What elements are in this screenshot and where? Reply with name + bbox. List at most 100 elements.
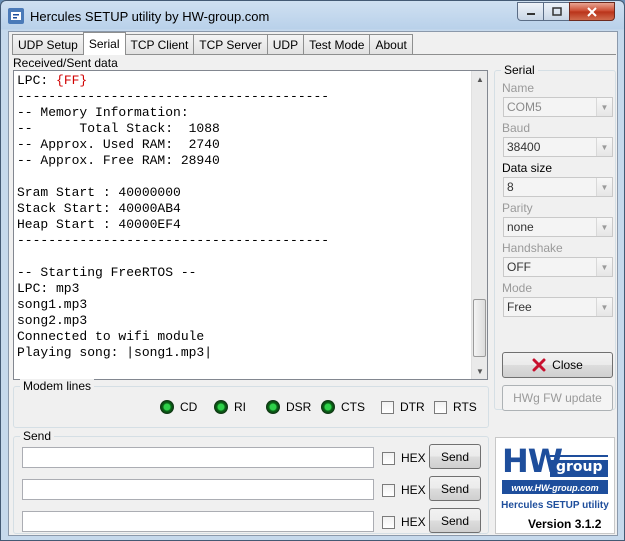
modem-lines-group: Modem lines CD RI DSR CTS DTR RTS [13, 379, 489, 428]
modem-lines-title: Modem lines [20, 379, 95, 393]
rts-label: RTS [453, 400, 477, 414]
name-label: Name [502, 81, 535, 95]
close-port-label: Close [552, 358, 583, 372]
serial-group-title: Serial [501, 63, 538, 77]
led-ri: RI [214, 400, 246, 414]
send-button-label: Send [440, 481, 470, 496]
tab-test-mode[interactable]: Test Mode [303, 34, 371, 55]
title-bar[interactable]: Hercules SETUP utility by HW-group.com [1, 1, 624, 31]
send-button-3[interactable]: Send [429, 508, 481, 533]
chevron-down-icon: ▼ [596, 298, 612, 316]
handshake-select[interactable]: OFF ▼ [503, 257, 613, 277]
baud-value: 38400 [507, 140, 541, 154]
tab-udp-setup[interactable]: UDP Setup [12, 34, 84, 55]
send-button-label: Send [440, 449, 470, 464]
terminal-line-lpc-prefix: LPC: [17, 73, 57, 88]
main-window: Hercules SETUP utility by HW-group.com U… [0, 0, 625, 541]
tab-udp[interactable]: UDP [266, 34, 305, 55]
close-window-button[interactable] [569, 2, 615, 21]
hex-checkbox-2[interactable] [382, 484, 395, 497]
led-label-ri: RI [234, 400, 246, 414]
version-text: Version 3.1.2 [528, 517, 601, 531]
ri-led-icon [214, 400, 228, 414]
hex-checkbox-3[interactable] [382, 516, 395, 529]
terminal-line: Heap Start : 40000EF4 [17, 217, 181, 232]
terminal-line: song1.mp3 [17, 297, 88, 312]
hex-label-3: HEX [401, 515, 426, 529]
received-sent-label: Received/Sent data [13, 56, 118, 70]
mode-label: Mode [502, 281, 533, 295]
terminal-line: Stack Start: 40000AB4 [17, 201, 181, 216]
group-logo-text: group [556, 459, 603, 475]
port-name-value: COM5 [507, 100, 542, 114]
chevron-down-icon: ▼ [596, 258, 612, 276]
led-cd: CD [160, 400, 197, 414]
minimize-button[interactable] [517, 2, 544, 21]
rts-checkbox[interactable] [434, 400, 447, 414]
hex-label-2: HEX [401, 483, 426, 497]
terminal-line: -- Total Stack: 1088 [17, 121, 220, 136]
terminal-line: LPC: mp3 [17, 281, 80, 296]
terminal-line: song2.mp3 [17, 313, 88, 328]
send-group-title: Send [20, 429, 55, 443]
close-icon [587, 6, 597, 17]
led-label-cd: CD [180, 400, 198, 414]
terminal-scrollbar[interactable]: ▲ ▼ [471, 71, 487, 379]
logo-url: www.HW-group.com [511, 483, 599, 493]
version-number: 3.1.2 [574, 517, 602, 531]
scrollbar-thumb[interactable] [473, 299, 486, 357]
dtr-checkbox[interactable] [381, 400, 394, 414]
maximize-button[interactable] [543, 2, 570, 21]
data-size-select[interactable]: 8 ▼ [503, 177, 613, 197]
hwg-fw-update-button[interactable]: HWg FW update [502, 385, 613, 411]
hw-group-logo[interactable]: HW group www.HW-group.com Hercules SETUP… [495, 437, 615, 534]
led-label-cts: CTS [341, 400, 365, 414]
received-data-terminal[interactable]: LPC: {FF} ------------------------------… [13, 70, 488, 380]
port-name-select[interactable]: COM5 ▼ [503, 97, 613, 117]
logo-product-name: Hercules SETUP utility [501, 500, 609, 511]
scroll-down-arrow-icon[interactable]: ▼ [472, 363, 487, 379]
send-button-label: Send [440, 513, 470, 528]
send-button-1[interactable]: Send [429, 444, 481, 469]
hw-logo-mark: HW group [502, 442, 608, 480]
chevron-down-icon: ▼ [596, 138, 612, 156]
hex-checkbox-1[interactable] [382, 452, 395, 465]
data-size-value: 8 [507, 180, 514, 194]
chevron-down-icon: ▼ [596, 218, 612, 236]
close-x-icon [532, 358, 546, 372]
send-input-3[interactable] [22, 511, 374, 532]
terminal-line: -- Starting FreeRTOS -- [17, 265, 197, 280]
hercules-app-icon [8, 8, 24, 24]
tab-about[interactable]: About [369, 34, 413, 55]
parity-select[interactable]: none ▼ [503, 217, 613, 237]
baud-select[interactable]: 38400 ▼ [503, 137, 613, 157]
send-group: Send HEX Send HEX Send HEX Send [13, 429, 489, 534]
terminal-line: ---------------------------------------- [17, 89, 330, 104]
send-input-1[interactable] [22, 447, 374, 468]
cts-led-icon [321, 400, 335, 414]
minimize-icon [526, 12, 535, 15]
handshake-value: OFF [507, 260, 531, 274]
mode-value: Free [507, 300, 532, 314]
parity-value: none [507, 220, 534, 234]
mode-select[interactable]: Free ▼ [503, 297, 613, 317]
logo-rule [550, 455, 608, 457]
maximize-icon [551, 6, 562, 16]
terminal-text: LPC: {FF} ------------------------------… [17, 73, 329, 361]
hex-label-1: HEX [401, 451, 426, 465]
close-port-button[interactable]: Close [502, 352, 613, 378]
tab-tcp-client[interactable]: TCP Client [124, 34, 195, 55]
send-button-2[interactable]: Send [429, 476, 481, 501]
send-input-2[interactable] [22, 479, 374, 500]
parity-label: Parity [502, 201, 533, 215]
tab-tcp-server[interactable]: TCP Server [193, 34, 268, 55]
scroll-up-arrow-icon[interactable]: ▲ [472, 71, 487, 87]
chevron-down-icon: ▼ [596, 178, 612, 196]
handshake-label: Handshake [502, 241, 563, 255]
client-area: UDP Setup Serial TCP Client TCP Server U… [8, 31, 618, 536]
data-size-label: Data size [502, 161, 553, 175]
dtr-checkbox-row[interactable]: DTR [381, 400, 425, 414]
rts-checkbox-row[interactable]: RTS [434, 400, 477, 414]
tab-serial[interactable]: Serial [82, 32, 126, 55]
version-label: Version [528, 517, 572, 531]
